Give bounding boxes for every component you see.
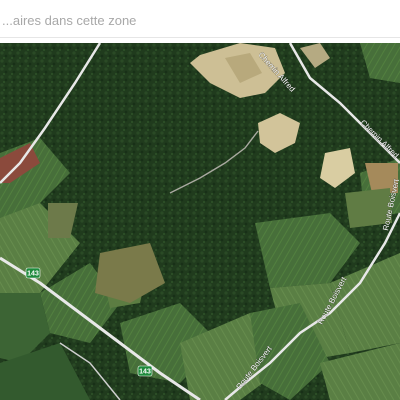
satellite-map[interactable]: Chemin Alfred Chemin Alfred Route Boisve… <box>0 43 400 400</box>
route-shield-bottom: 143 <box>137 365 153 377</box>
map-viewport: Chemin Alfred Chemin Alfred Route Boisve… <box>0 0 400 400</box>
search-bar <box>0 0 400 43</box>
svg-text:143: 143 <box>27 271 39 278</box>
svg-text:143: 143 <box>139 369 151 376</box>
search-input[interactable] <box>0 4 400 38</box>
route-shield-top: 143 <box>25 267 41 279</box>
